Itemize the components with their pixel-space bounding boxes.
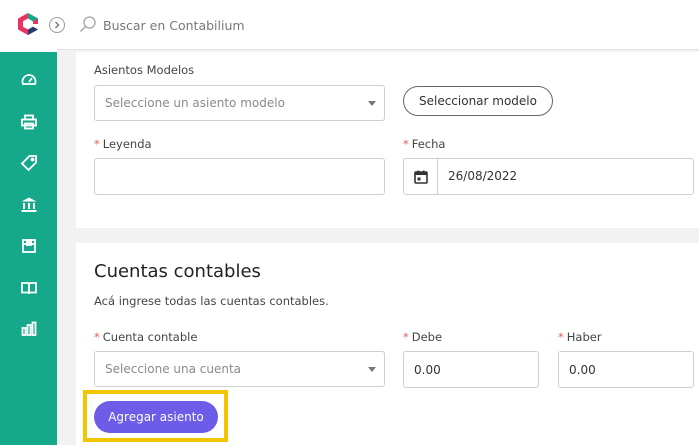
sidebar-item-reports[interactable] — [0, 313, 57, 345]
sidebar-item-bank[interactable] — [0, 189, 57, 221]
asientos-modelos-label: Asientos Modelos — [94, 63, 195, 77]
search-input[interactable] — [103, 13, 503, 37]
required-mark: * — [94, 330, 100, 344]
tag-icon — [20, 155, 37, 172]
sidebar-item-printer[interactable] — [0, 106, 57, 138]
asiento-modelo-placeholder: Seleccione un asiento modelo — [105, 96, 285, 110]
required-mark: * — [558, 330, 564, 344]
cuenta-contable-select[interactable]: Seleccione una cuenta — [94, 351, 385, 387]
agregar-asiento-button[interactable]: Agregar asiento — [94, 401, 218, 433]
debe-label-text: Debe — [411, 330, 443, 344]
printer-icon — [20, 114, 37, 130]
leyenda-label: * Leyenda — [94, 137, 152, 151]
sidebar-nav — [0, 52, 57, 445]
top-bar — [57, 0, 699, 50]
cuentas-contables-title: Cuentas contables — [94, 261, 261, 282]
bar-chart-icon — [21, 321, 36, 336]
required-mark: * — [403, 330, 409, 344]
bank-icon — [21, 197, 36, 212]
required-mark: * — [94, 137, 100, 151]
haber-label: * Haber — [558, 330, 602, 344]
dashboard-icon — [21, 74, 36, 85]
leyenda-input[interactable] — [94, 158, 385, 195]
calendar-button[interactable] — [404, 159, 438, 194]
asiento-form-card — [76, 52, 699, 228]
sidebar-collapse-button[interactable] — [49, 17, 65, 33]
haber-input[interactable]: 0.00 — [558, 351, 694, 388]
calendar-icon — [413, 170, 428, 184]
fecha-date-picker[interactable]: 26/08/2022 — [403, 158, 694, 195]
fecha-label-text: Fecha — [411, 137, 446, 151]
chevron-right-icon — [55, 21, 60, 29]
sidebar-item-dashboard[interactable] — [0, 64, 57, 96]
contabilium-logo-icon[interactable] — [16, 12, 40, 36]
leyenda-label-text: Leyenda — [102, 137, 152, 151]
cuenta-contable-label: * Cuenta contable — [94, 330, 197, 344]
sidebar-item-inventory[interactable] — [0, 230, 57, 262]
fecha-label: * Fecha — [403, 137, 445, 151]
seleccionar-modelo-button[interactable]: Seleccionar modelo — [403, 86, 553, 116]
debe-label: * Debe — [403, 330, 442, 344]
haber-label-text: Haber — [566, 330, 602, 344]
sidebar-item-tags[interactable] — [0, 147, 57, 179]
debe-input[interactable]: 0.00 — [403, 351, 539, 388]
asiento-modelo-select[interactable]: Seleccione un asiento modelo — [94, 85, 385, 121]
cuenta-contable-label-text: Cuenta contable — [102, 330, 198, 344]
sidebar — [0, 0, 57, 445]
required-mark: * — [403, 137, 409, 151]
fecha-value: 26/08/2022 — [448, 169, 518, 183]
sidebar-item-accounting[interactable] — [0, 272, 57, 304]
caret-down-icon — [368, 101, 376, 106]
cuenta-contable-placeholder: Seleccione una cuenta — [105, 362, 242, 376]
cuentas-contables-description: Acá ingrese todas las cuentas contables. — [94, 294, 329, 308]
caret-down-icon — [368, 367, 376, 372]
book-icon — [20, 282, 37, 295]
box-icon — [21, 239, 36, 253]
search-icon — [79, 16, 96, 33]
